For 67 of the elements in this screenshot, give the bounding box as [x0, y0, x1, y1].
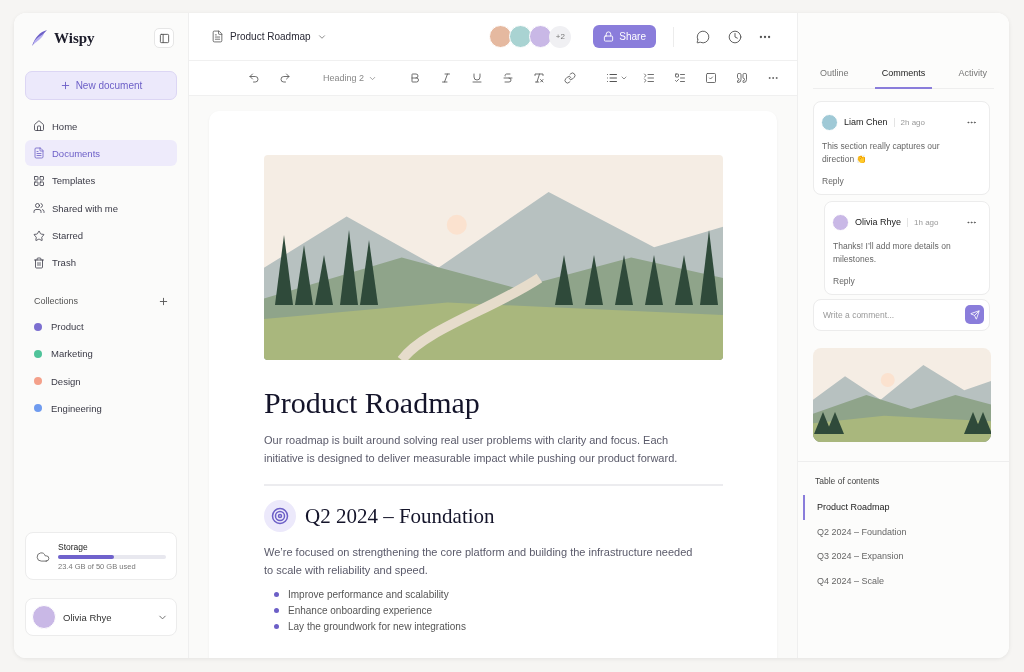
grid-icon: [33, 174, 45, 187]
comment-input-field[interactable]: Write a comment...: [813, 299, 990, 331]
add-icon[interactable]: [158, 295, 169, 307]
storage-title: Storage: [58, 542, 89, 552]
people-icon: [33, 202, 45, 215]
avatar: [32, 605, 56, 629]
comment-time: 1h ago: [907, 217, 957, 227]
section-paragraph: We’re focused on strengthening the core platform and building the infrastructure needed to scale with reliability and speed.: [264, 545, 694, 578]
bullet-icon: [274, 592, 279, 597]
new-document-button[interactable]: New document: [25, 71, 177, 100]
panel-tab[interactable]: Outline: [813, 61, 856, 89]
send-button[interactable]: [965, 305, 984, 324]
nav-item[interactable]: Starred: [25, 222, 177, 249]
more-collaborators-count: +2: [549, 25, 572, 48]
bullet-icon: [274, 624, 279, 629]
plus-icon: [59, 80, 71, 91]
toc-item[interactable]: Q3 2024 – Expansion: [803, 544, 1009, 569]
sidebar-toggle-icon[interactable]: [154, 28, 174, 48]
section-title: Collections: [34, 296, 79, 307]
toc-title: Table of contents: [815, 476, 881, 486]
panel-tab[interactable]: Activity: [951, 61, 994, 89]
collection-item[interactable]: Marketing: [25, 340, 177, 368]
list-item: Improve performance and scalability: [288, 589, 449, 600]
list-item: Enhance onboarding experience: [288, 605, 432, 616]
comment-time: 2h ago: [893, 117, 957, 127]
intro-paragraph: Our roadmap is built around solving real user problems with clarity and focus. Each initiative is designed to deliver measurable impact while pushing our product forward.: [264, 433, 679, 466]
lock-icon: [603, 31, 615, 42]
collection-item[interactable]: Engineering: [25, 394, 177, 423]
nav-item[interactable]: Templates: [25, 167, 177, 194]
comment-author: Liam Chen: [844, 117, 888, 127]
document-title: Product Roadmap: [264, 386, 481, 420]
panel-tab[interactable]: Comments: [874, 61, 933, 89]
nav-item[interactable]: Trash: [25, 249, 177, 276]
document-icon: [33, 147, 45, 160]
send-icon: [969, 309, 980, 320]
toc-item[interactable]: Q4 2024 – Scale: [803, 568, 1009, 593]
document-icon: [211, 30, 224, 43]
target-icon: [264, 500, 296, 532]
user-menu[interactable]: Olivia Rhye: [25, 598, 177, 636]
toc-item[interactable]: Product Roadmap: [803, 495, 1009, 520]
collection-item[interactable]: Design: [25, 367, 177, 395]
avatar: [509, 25, 533, 48]
cloud-icon: [36, 549, 50, 564]
brand-name: Wispy: [54, 29, 96, 47]
trash-icon: [33, 256, 45, 269]
avatar: [832, 213, 849, 231]
avatar: [489, 25, 513, 48]
comment-text: Thanks! I’ll add more details on milestones.: [833, 240, 952, 266]
home-icon: [33, 120, 45, 132]
nav-item[interactable]: Shared with me: [25, 195, 177, 222]
comment-text: This section really captures our direction 👏: [822, 140, 941, 166]
nav-item[interactable]: Home: [25, 113, 177, 139]
section-heading: Q2 2024 – Foundation: [305, 503, 495, 529]
heading-select[interactable]: Heading 2: [319, 73, 382, 83]
comment-author: Olivia Rhye: [855, 217, 901, 227]
toc-item[interactable]: Q2 2024 – Foundation: [803, 519, 1009, 544]
avatar: [821, 113, 838, 131]
document-title-dropdown[interactable]: Product Roadmap: [211, 30, 327, 43]
reply-link[interactable]: Reply: [821, 176, 845, 186]
list-item: Lay the groundwork for new integrations: [288, 621, 466, 632]
bullet-icon: [274, 608, 279, 613]
reply-link[interactable]: Reply: [832, 276, 856, 286]
feather-logo-icon: [30, 29, 48, 47]
avatar: [529, 25, 553, 48]
collection-item[interactable]: Product: [25, 312, 177, 341]
nav-item[interactable]: Documents: [25, 140, 177, 167]
star-icon: [33, 229, 45, 242]
